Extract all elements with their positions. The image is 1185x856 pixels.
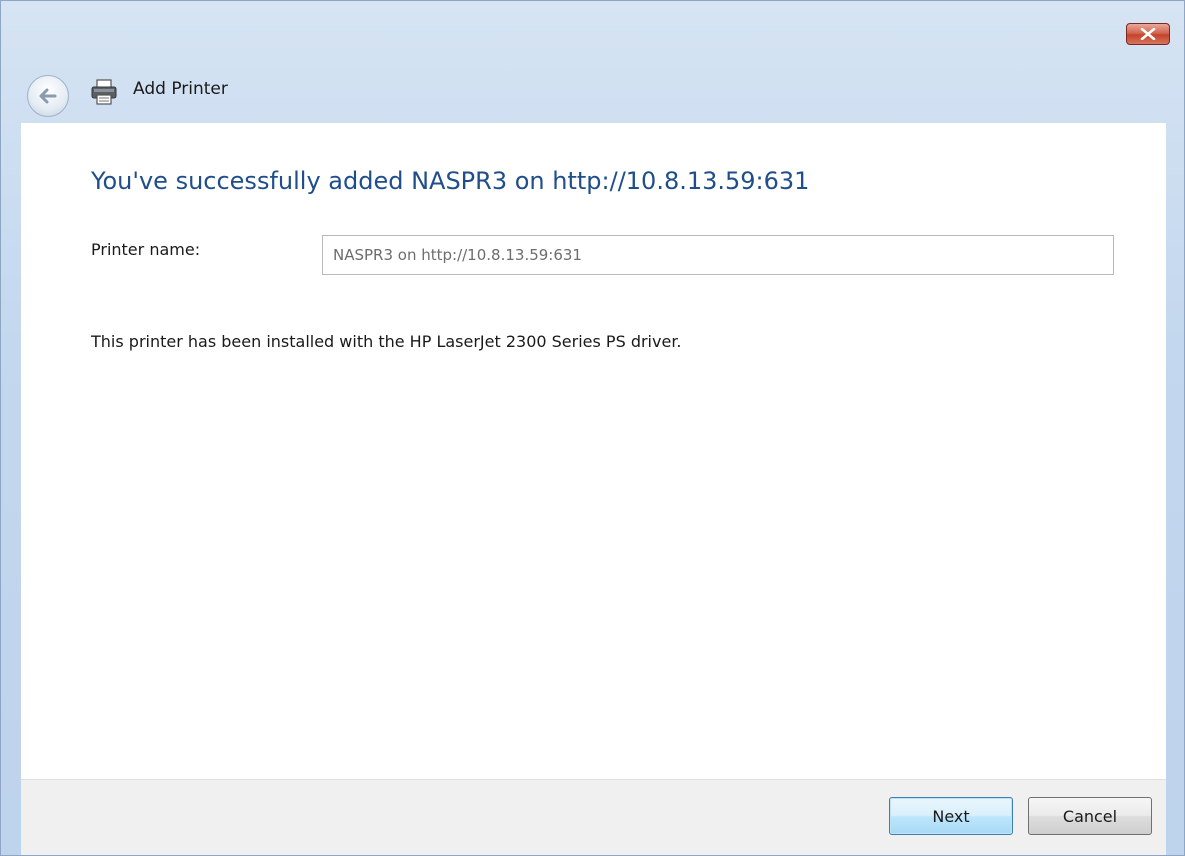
close-button[interactable]	[1126, 23, 1170, 45]
page-title: You've successfully added NASPR3 on http…	[91, 167, 810, 195]
back-button[interactable]	[27, 75, 69, 117]
driver-message: This printer has been installed with the…	[91, 332, 682, 351]
wizard-content: You've successfully added NASPR3 on http…	[21, 123, 1166, 779]
button-bar: Next Cancel	[21, 779, 1166, 855]
next-button[interactable]: Next	[889, 797, 1013, 835]
printer-name-label: Printer name:	[91, 240, 201, 259]
printer-name-field[interactable]	[322, 235, 1114, 275]
add-printer-window: Add Printer You've successfully added NA…	[0, 0, 1185, 856]
close-icon	[1140, 28, 1156, 40]
title-bar: Add Printer	[1, 1, 1184, 123]
back-arrow-icon	[39, 88, 57, 104]
window-title: Add Printer	[133, 79, 228, 99]
cancel-button[interactable]: Cancel	[1028, 797, 1152, 835]
printer-icon	[91, 79, 117, 105]
